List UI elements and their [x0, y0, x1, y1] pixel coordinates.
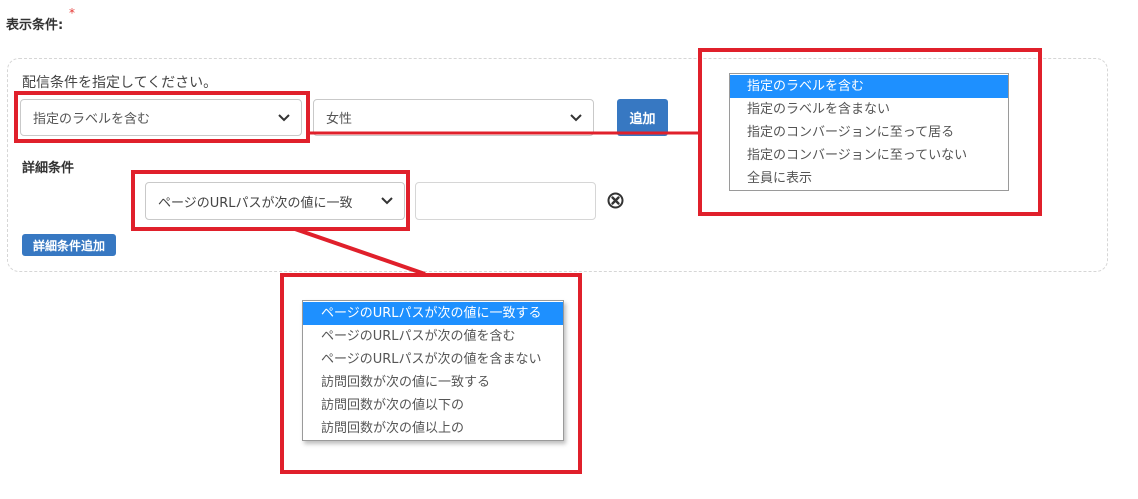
- detail-option[interactable]: ページのURLパスが次の値を含む: [303, 325, 563, 348]
- detail-option[interactable]: 訪問回数が次の値に一致する: [303, 371, 563, 394]
- condition-options-list: 指定のラベルを含む 指定のラベルを含まない 指定のコンバージョンに至って居る 指…: [729, 73, 1009, 191]
- condition-option[interactable]: 指定のラベルを含む: [730, 75, 1008, 98]
- callout-line-2: [294, 227, 426, 276]
- detail-option[interactable]: 訪問回数が次の値以下の: [303, 394, 563, 417]
- highlight-box-condition-select: [14, 91, 310, 143]
- detail-option[interactable]: ページのURLパスが次の値を含まない: [303, 348, 563, 371]
- highlight-box-detail-select: [131, 170, 410, 231]
- condition-option[interactable]: 指定のラベルを含まない: [730, 98, 1008, 121]
- detail-option[interactable]: ページのURLパスが次の値に一致する: [303, 302, 563, 325]
- condition-option[interactable]: 指定のコンバージョンに至っていない: [730, 144, 1008, 167]
- detail-options-list: ページのURLパスが次の値に一致する ページのURLパスが次の値を含む ページの…: [302, 300, 564, 441]
- condition-option[interactable]: 全員に表示: [730, 167, 1008, 190]
- detail-option[interactable]: 訪問回数が次の値以上の: [303, 417, 563, 440]
- condition-option[interactable]: 指定のコンバージョンに至って居る: [730, 121, 1008, 144]
